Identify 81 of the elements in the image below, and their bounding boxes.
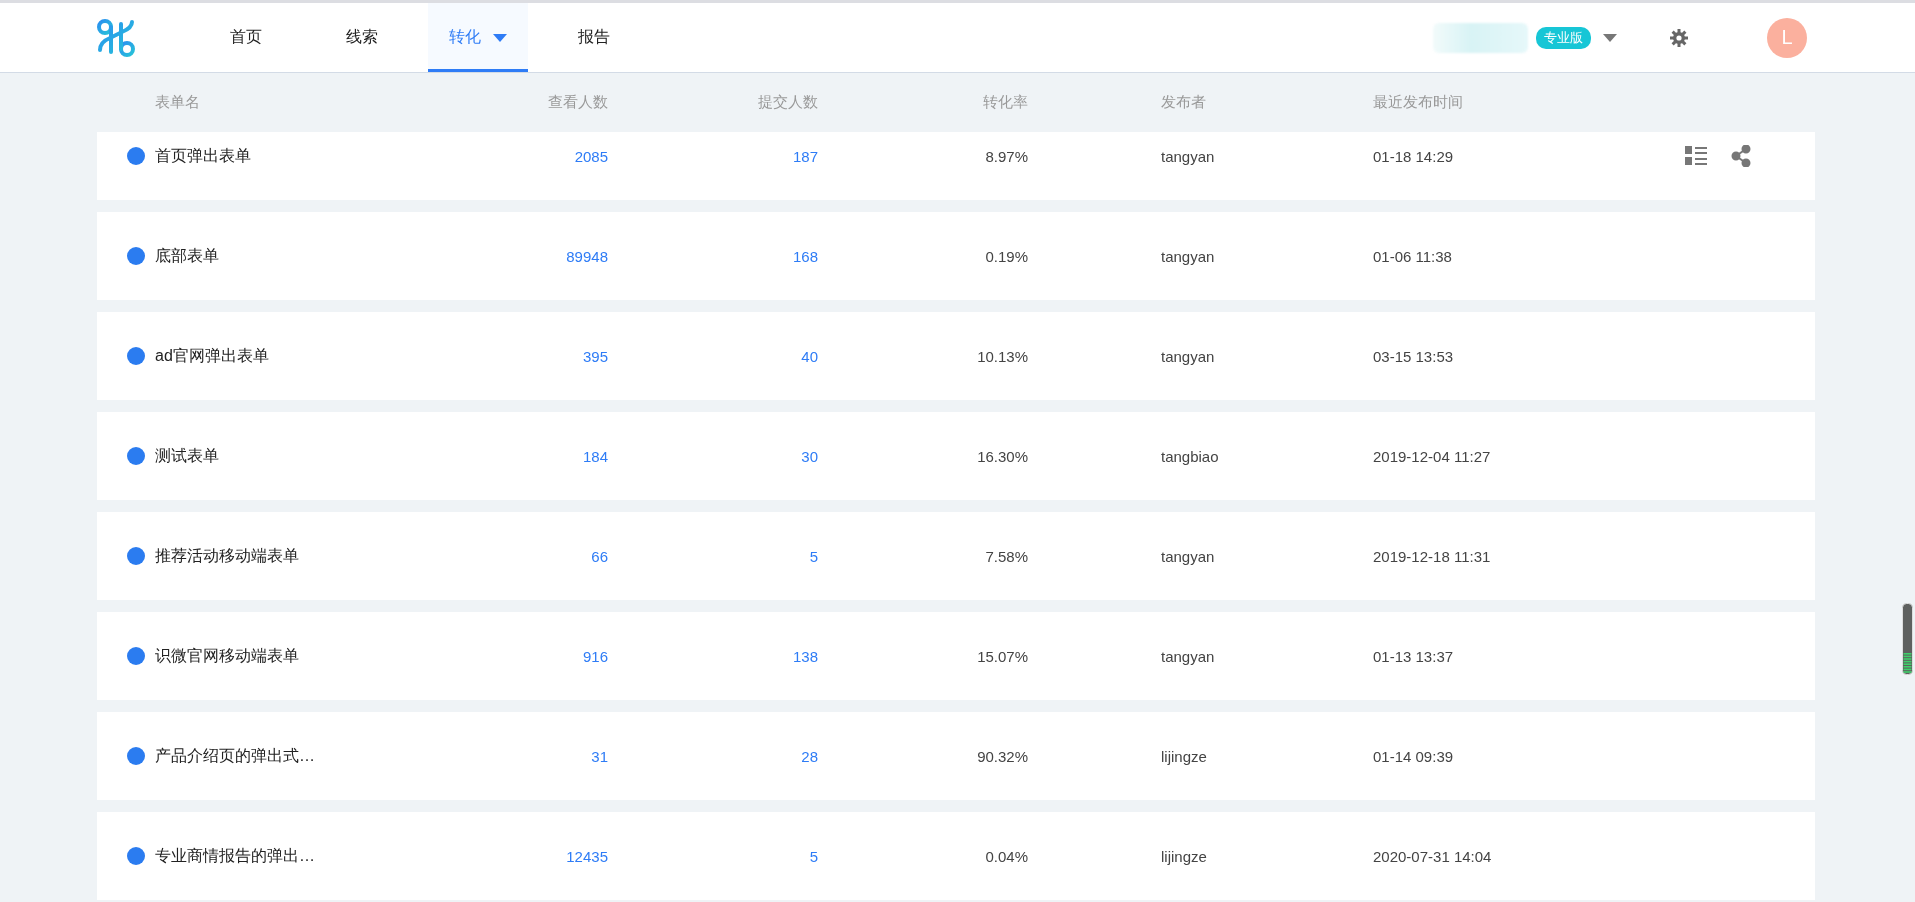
table-row[interactable]: 底部表单 89948 168 0.19% tangyan 01-06 11:38 [97, 212, 1815, 300]
table-cell-text: 2085 [573, 147, 608, 165]
table-cell-text: 31 [590, 747, 608, 765]
table-row[interactable]: 首页弹出表单 2085 187 8.97% tangyan 01-18 14:29 [97, 132, 1815, 200]
nav-tab[interactable]: 转化 [428, 3, 528, 72]
column-header: 表单名 [155, 93, 201, 112]
table-row[interactable]: 推荐活动移动端表单 66 5 7.58% tangyan 2019-12-18 11:31 [97, 512, 1815, 600]
table-cell-text: lijingze [1160, 747, 1208, 765]
table-cell-text: 90.32% [976, 747, 1028, 765]
table-cell-text: 395 [581, 347, 608, 365]
table-cell-text: 40 [800, 347, 818, 365]
table-cell-text: 10.13% [976, 347, 1028, 365]
nav-tab[interactable]: 报告 [544, 3, 644, 72]
table-cell-text: tangyan [1160, 347, 1216, 365]
plan-badge: 专业版 [1536, 26, 1591, 49]
table-cell-text: 30 [800, 447, 818, 465]
form-name: 产品介绍页的弹出式… [155, 745, 316, 766]
column-header: 发布者 [1160, 93, 1207, 112]
share-icon[interactable] [1731, 145, 1751, 167]
table-cell-text: 5 [808, 547, 818, 565]
table-cell-text: 187 [791, 147, 818, 165]
table-cell-text: 28 [800, 747, 818, 765]
table-cell-text: 89948 [565, 247, 608, 265]
table-cell-text: 8.97% [984, 147, 1028, 165]
table-cell-text: 916 [581, 647, 608, 665]
table-cell-text: 01-14 09:39 [1373, 747, 1455, 765]
table-cell-text: 16.30% [976, 447, 1028, 465]
table-cell-text: 0.04% [984, 847, 1028, 865]
table-cell-text: 01-06 11:38 [1373, 247, 1453, 265]
status-dot [127, 347, 145, 365]
table-cell-text: 2020-07-31 14:04 [1373, 847, 1493, 865]
table-row[interactable]: 识微官网移动端表单 916 138 15.07% tangyan 01-13 13:37 [97, 612, 1815, 700]
table-cell-text: tangyan [1160, 547, 1216, 565]
form-name: 专业商情报告的弹出… [155, 845, 316, 866]
table-cell-text: 01-13 13:37 [1373, 647, 1455, 665]
status-dot [127, 747, 145, 765]
table-cell-text: 5 [808, 847, 818, 865]
table-cell-text: tangyan [1160, 247, 1216, 265]
table-cell-text: tangyan [1160, 647, 1216, 665]
form-name: 首页弹出表单 [155, 145, 252, 166]
table-cell-text: 01-18 14:29 [1373, 147, 1455, 165]
status-dot [127, 647, 145, 665]
status-dot [127, 847, 145, 865]
table-cell-text: 66 [590, 547, 608, 565]
logo-icon [96, 17, 136, 58]
status-dot [127, 247, 145, 265]
nav-tab[interactable]: 线索 [312, 3, 412, 72]
column-header: 查看人数 [547, 93, 608, 112]
table-cell-text: 138 [791, 647, 818, 665]
table-cell-text: 7.58% [984, 547, 1028, 565]
table-cell-text: 2019-12-04 11:27 [1373, 447, 1492, 465]
table-cell-text: 2019-12-18 11:31 [1373, 547, 1492, 565]
floating-widget-icon[interactable] [1902, 603, 1913, 675]
table-cell-text: 03-15 13:53 [1373, 347, 1455, 365]
table-row[interactable]: 产品介绍页的弹出式… 31 28 90.32% lijingze 01-14 09:39 [97, 712, 1815, 800]
column-header: 提交人数 [757, 93, 818, 112]
list-view-icon[interactable] [1685, 146, 1707, 166]
form-name: 测试表单 [155, 445, 220, 466]
column-header: 最近发布时间 [1373, 93, 1464, 112]
form-name: ad官网弹出表单 [155, 345, 270, 366]
status-dot [127, 447, 145, 465]
table-row[interactable]: 专业商情报告的弹出… 12435 5 0.04% lijingze 2020-07-31 14:04 [97, 812, 1815, 900]
table-cell-text: 168 [791, 247, 818, 265]
status-dot [127, 547, 145, 565]
table-cell-text: 15.07% [976, 647, 1028, 665]
status-dot [127, 147, 145, 165]
table-cell-text: 0.19% [984, 247, 1028, 265]
settings-icon[interactable] [1669, 27, 1689, 48]
table-cell-text: tangyan [1160, 147, 1216, 165]
table-cell-text: 12435 [565, 847, 608, 865]
form-name: 底部表单 [155, 245, 220, 266]
nav-tab[interactable]: 首页 [196, 3, 296, 72]
table-cell-text: tangbiao [1160, 447, 1220, 465]
form-name: 识微官网移动端表单 [155, 645, 300, 666]
column-header: 转化率 [982, 93, 1028, 112]
table-row[interactable]: ad官网弹出表单 395 40 10.13% tangyan 03-15 13:53 [97, 312, 1815, 400]
table-cell-text: 184 [581, 447, 608, 465]
table-row[interactable]: 测试表单 184 30 16.30% tangbiao 2019-12-04 11:27 [97, 412, 1815, 500]
table-cell-text: lijingze [1160, 847, 1208, 865]
caret-icon[interactable] [1603, 33, 1617, 42]
form-name: 推荐活动移动端表单 [155, 545, 300, 566]
